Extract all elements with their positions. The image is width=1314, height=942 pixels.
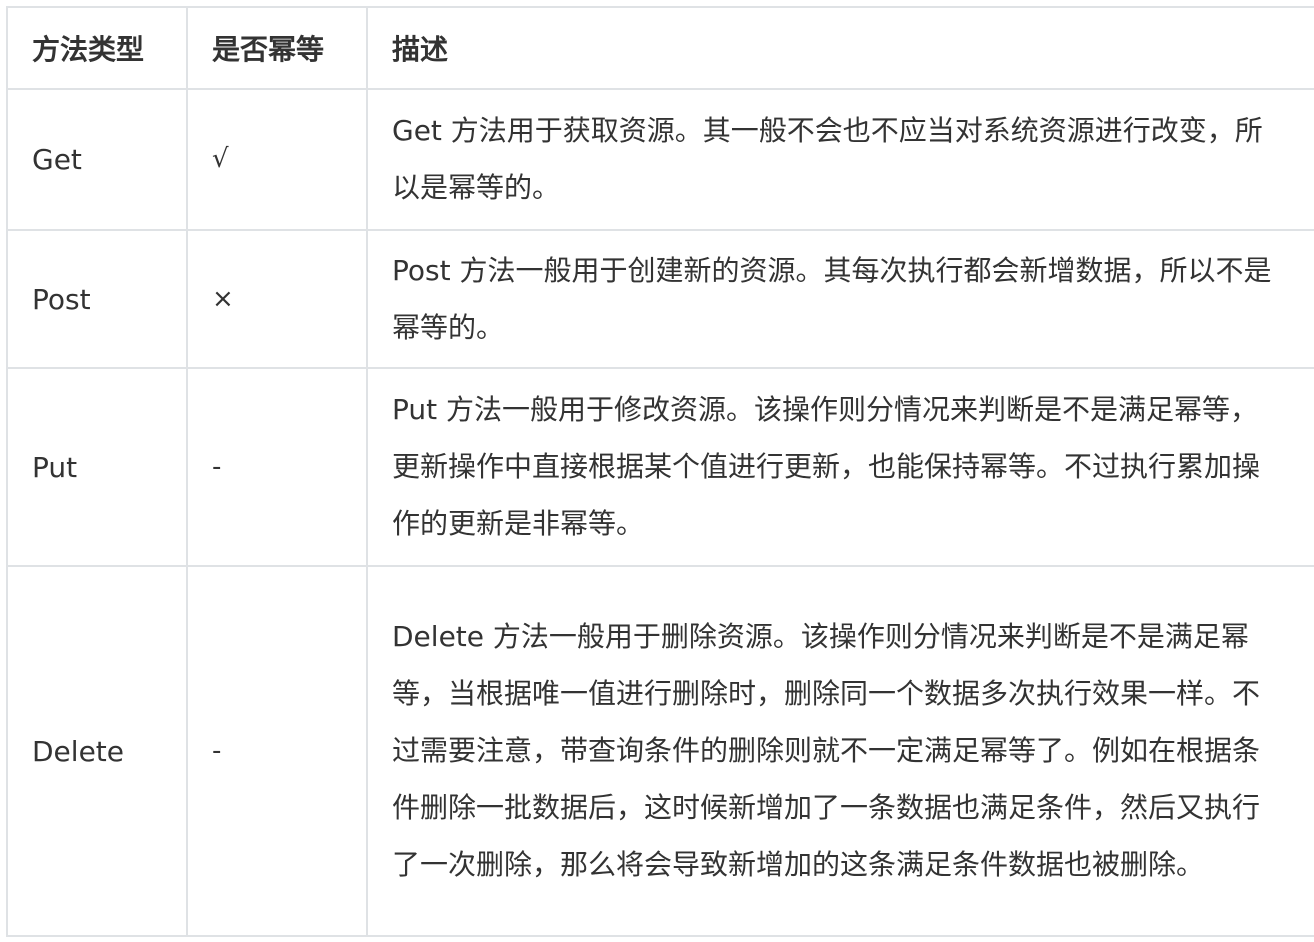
header-is-idempotent: 是否幂等 <box>186 6 368 90</box>
cell-idempotent: √ <box>186 88 368 231</box>
cell-method: Get <box>6 88 188 231</box>
cell-description: Delete 方法一般用于删除资源。该操作则分情况来判断是不是满足幂等，当根据唯… <box>366 565 1314 937</box>
table-row: Post × Post 方法一般用于创建新的资源。其每次执行都会新增数据，所以不… <box>6 229 1314 369</box>
table-body: Get √ Get 方法用于获取资源。其一般不会也不应当对系统资源进行改变，所以… <box>6 88 1314 937</box>
cell-description: Get 方法用于获取资源。其一般不会也不应当对系统资源进行改变，所以是幂等的。 <box>366 88 1314 231</box>
http-method-idempotency-table: 方法类型 是否幂等 描述 Get √ Get 方法用于获取资源。其一般不会也不应… <box>6 6 1314 937</box>
header-method-type: 方法类型 <box>6 6 188 90</box>
cell-method: Delete <box>6 565 188 937</box>
cell-method: Put <box>6 367 188 567</box>
header-row: 方法类型 是否幂等 描述 <box>6 6 1314 90</box>
table-row: Get √ Get 方法用于获取资源。其一般不会也不应当对系统资源进行改变，所以… <box>6 88 1314 231</box>
cell-idempotent: - <box>186 565 368 937</box>
table-header: 方法类型 是否幂等 描述 <box>6 6 1314 90</box>
table-row: Put - Put 方法一般用于修改资源。该操作则分情况来判断是不是满足幂等，更… <box>6 367 1314 567</box>
cell-description: Put 方法一般用于修改资源。该操作则分情况来判断是不是满足幂等，更新操作中直接… <box>366 367 1314 567</box>
header-description: 描述 <box>366 6 1314 90</box>
cell-method: Post <box>6 229 188 369</box>
cell-description: Post 方法一般用于创建新的资源。其每次执行都会新增数据，所以不是幂等的。 <box>366 229 1314 369</box>
table-row: Delete - Delete 方法一般用于删除资源。该操作则分情况来判断是不是… <box>6 565 1314 937</box>
cell-idempotent: × <box>186 229 368 369</box>
cell-idempotent: - <box>186 367 368 567</box>
